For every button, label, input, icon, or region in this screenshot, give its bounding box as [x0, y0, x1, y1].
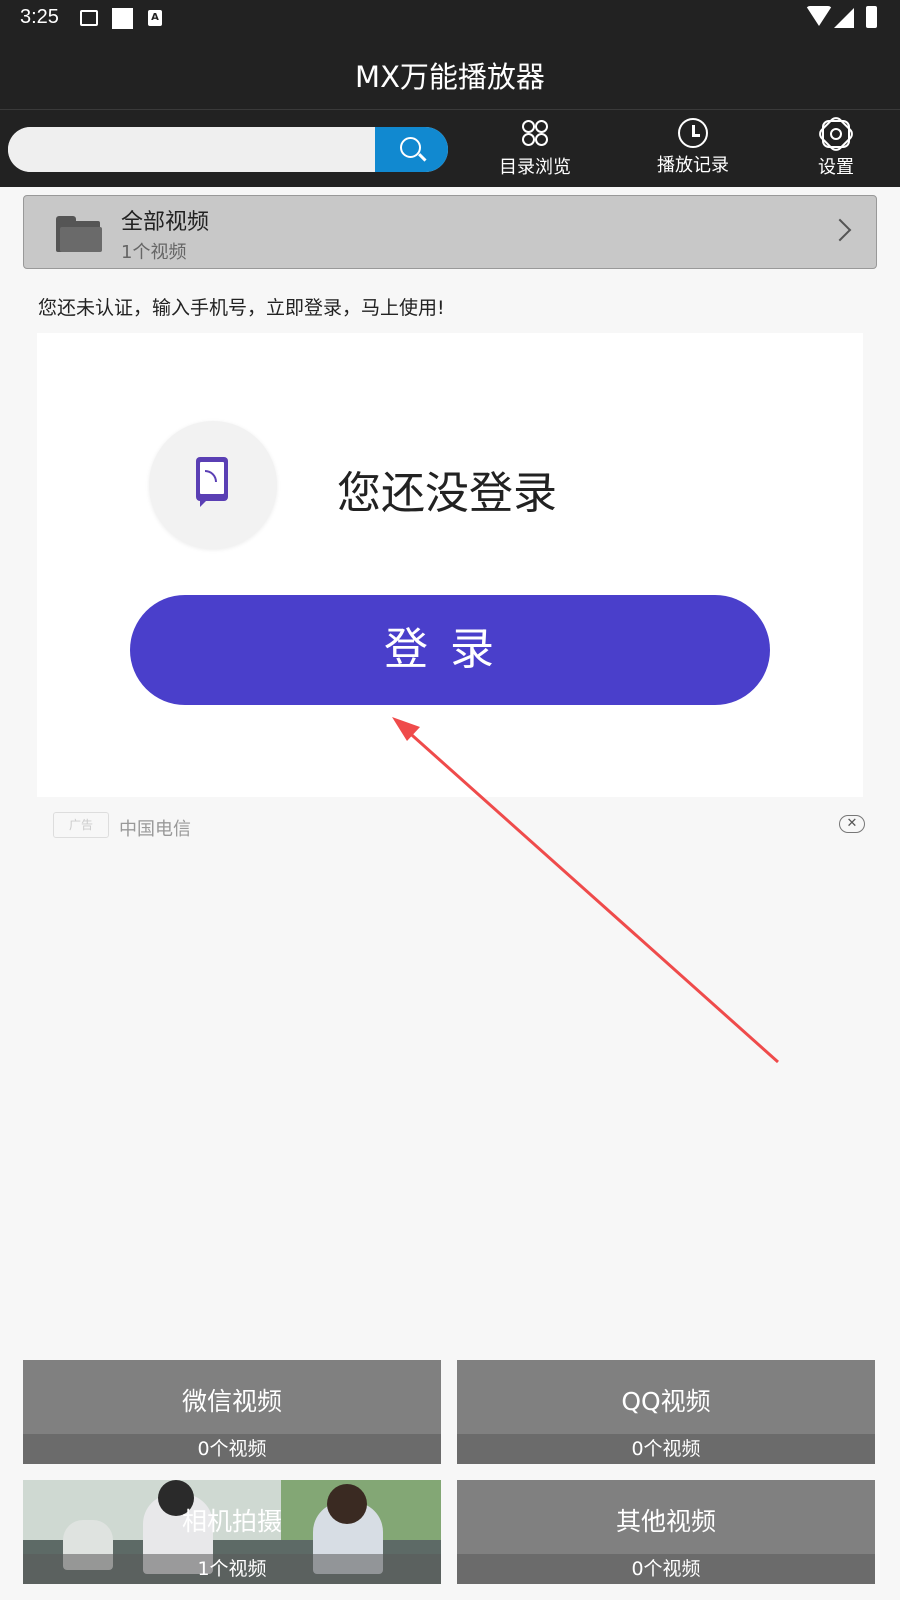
- not-logged-in-heading: 您还没登录: [337, 468, 557, 519]
- status-bar: 3:25 A: [0, 0, 900, 36]
- tile-name: QQ视频: [621, 1387, 711, 1416]
- other-videos-tile[interactable]: 其他视频 0个视频: [457, 1480, 875, 1584]
- folder-icon: [56, 216, 102, 252]
- ad-tag: 广告: [53, 812, 109, 838]
- login-button[interactable]: 登录: [130, 595, 770, 705]
- chevron-right-icon: [828, 218, 852, 242]
- tile-count: 1个视频: [23, 1554, 441, 1584]
- status-time: 3:25: [20, 6, 59, 28]
- tile-name: 其他视频: [615, 1507, 716, 1536]
- wifi-icon: [806, 6, 832, 26]
- app-bar: MX万能播放器: [0, 36, 900, 110]
- search-button[interactable]: [375, 127, 448, 172]
- search-input[interactable]: [8, 127, 375, 172]
- phone-icon: [196, 457, 228, 509]
- tile-name: 相机拍摄: [181, 1507, 282, 1536]
- close-ad-icon[interactable]: ✕: [839, 815, 865, 833]
- grid-icon: [519, 118, 551, 150]
- tile-count: 0个视频: [23, 1434, 441, 1464]
- tile-name: 微信视频: [181, 1387, 282, 1416]
- browse-directory-button[interactable]: 目录浏览: [475, 118, 595, 182]
- login-notice: 您还未认证，输入手机号，立即登录，马上使用!: [38, 297, 445, 319]
- play-history-label: 播放记录: [657, 155, 729, 176]
- ad-banner[interactable]: 您还没登录 登录: [37, 333, 863, 797]
- wechat-videos-tile[interactable]: 微信视频 0个视频: [23, 1360, 441, 1464]
- app-title: MX万能播放器: [355, 60, 545, 94]
- all-videos-count: 1个视频: [121, 242, 187, 263]
- camera-videos-tile[interactable]: 相机拍摄 1个视频: [23, 1480, 441, 1584]
- all-videos-row[interactable]: 全部视频 1个视频: [23, 195, 877, 269]
- toolbar: 目录浏览 播放记录 设置: [0, 110, 900, 187]
- ad-footer: 广告 中国电信 ✕: [53, 812, 865, 840]
- signal-icon: [834, 8, 854, 28]
- battery-icon: [866, 6, 877, 28]
- tile-count: 0个视频: [457, 1434, 875, 1464]
- play-history-button[interactable]: 播放记录: [633, 118, 753, 182]
- settings-button[interactable]: 设置: [776, 114, 896, 182]
- image-notification-icon: [80, 10, 98, 26]
- browse-directory-label: 目录浏览: [499, 157, 571, 178]
- qq-videos-tile[interactable]: QQ视频 0个视频: [457, 1360, 875, 1464]
- settings-label: 设置: [818, 157, 854, 178]
- keyboard-a-icon: A: [148, 10, 162, 26]
- phone-badge: [149, 421, 277, 549]
- tile-count: 0个视频: [457, 1554, 875, 1584]
- clock-icon: [678, 118, 708, 148]
- notification-square-icon: [112, 8, 133, 29]
- ad-source: 中国电信: [119, 819, 191, 840]
- search-bar: [8, 127, 448, 172]
- gear-icon: [816, 114, 856, 154]
- all-videos-title: 全部视频: [121, 210, 210, 235]
